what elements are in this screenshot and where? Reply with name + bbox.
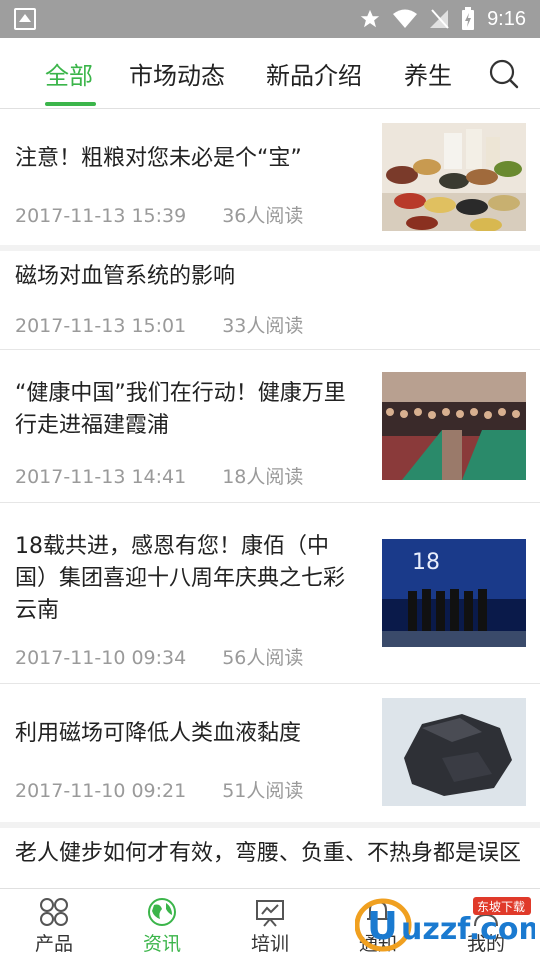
svg-text:18: 18 <box>412 550 440 575</box>
nav-training-label: 培训 <box>250 933 289 955</box>
article-title: 老人健步如何才有效，弯腰、负重、不热身都是误区 <box>15 841 522 866</box>
article-read-count: 33人阅读 <box>222 315 304 337</box>
search-icon <box>489 59 519 89</box>
article-thumbnail-conference <box>382 372 526 480</box>
tab-market-news[interactable]: 市场动态 <box>129 56 225 91</box>
article-date: 2017-11-13 14:41 <box>15 466 187 488</box>
article-read-count: 36人阅读 <box>222 205 304 227</box>
nav-products-label: 产品 <box>34 933 73 955</box>
list-item[interactable]: 利用磁场可降低人类血液黏度 2017-11-10 09:21 51人阅读 <box>0 684 540 823</box>
globe-icon <box>148 898 176 926</box>
article-date: 2017-11-13 15:01 <box>15 315 187 337</box>
article-date: 2017-11-10 09:34 <box>15 647 187 669</box>
wifi-icon <box>393 9 418 28</box>
nav-news-label: 资讯 <box>142 933 181 955</box>
article-title: 磁场对血管系统的影响 <box>15 264 236 289</box>
tab-new-products[interactable]: 新品介绍 <box>266 56 362 91</box>
clock: 9:16 <box>487 7 526 30</box>
article-thumbnail-anniversary: 18 <box>382 539 526 647</box>
article-read-count: 56人阅读 <box>222 647 304 669</box>
article-title: 注意！粗粮对您未必是个“宝” <box>15 146 302 171</box>
status-bar: 9:16 <box>0 0 540 38</box>
article-title: 利用磁场可降低人类血液黏度 <box>15 721 302 746</box>
article-read-count: 51人阅读 <box>222 780 304 802</box>
list-item[interactable]: 注意！粗粮对您未必是个“宝” 2017-11-13 15:39 36人阅读 <box>0 109 540 246</box>
app-notification-icon <box>14 8 36 30</box>
article-thumbnail-grains <box>382 123 526 231</box>
article-date: 2017-11-13 15:39 <box>15 205 187 227</box>
battery-charging-icon <box>462 7 475 30</box>
article-date: 2017-11-10 09:21 <box>15 780 187 802</box>
list-item[interactable]: 磁场对血管系统的影响 2017-11-13 15:01 33人阅读 <box>0 251 540 350</box>
search-button[interactable] <box>480 50 528 96</box>
watermark-text: uzzf.com <box>401 912 535 947</box>
article-thumbnail-rock <box>382 698 526 806</box>
list-item[interactable]: “健康中国”我们在行动！健康万里行走进福建霞浦 2017-11-13 14:41… <box>0 350 540 503</box>
no-signal-icon <box>430 9 449 29</box>
list-item[interactable]: 18载共进，感恩有您！康佰（中国）集团喜迎十八周年庆典之七彩云南 2017-11… <box>0 503 540 684</box>
tab-health[interactable]: 养生 <box>404 56 452 91</box>
nav-training[interactable]: 培训 <box>216 889 324 961</box>
svg-text:U: U <box>367 904 398 948</box>
nav-news[interactable]: 资讯 <box>108 889 216 961</box>
active-tab-indicator <box>45 102 96 106</box>
article-read-count: 18人阅读 <box>222 466 304 488</box>
star-icon <box>360 9 380 28</box>
article-title: “健康中国”我们在行动！健康万里行走进福建霞浦 <box>15 381 346 438</box>
article-title: 18载共进，感恩有您！康佰（中国）集团喜迎十八周年庆典之七彩云南 <box>15 534 346 623</box>
presentation-board-icon <box>256 900 284 927</box>
list-item[interactable]: 老人健步如何才有效，弯腰、负重、不热身都是误区 <box>0 828 540 888</box>
site-watermark-logo: U 东坡下载 uzzf.com <box>354 893 540 955</box>
tab-all[interactable]: 全部 <box>45 56 93 91</box>
grid-icon <box>40 898 68 926</box>
nav-products[interactable]: 产品 <box>0 889 108 961</box>
category-tabs: 全部 市场动态 新品介绍 养生 <box>0 38 540 109</box>
